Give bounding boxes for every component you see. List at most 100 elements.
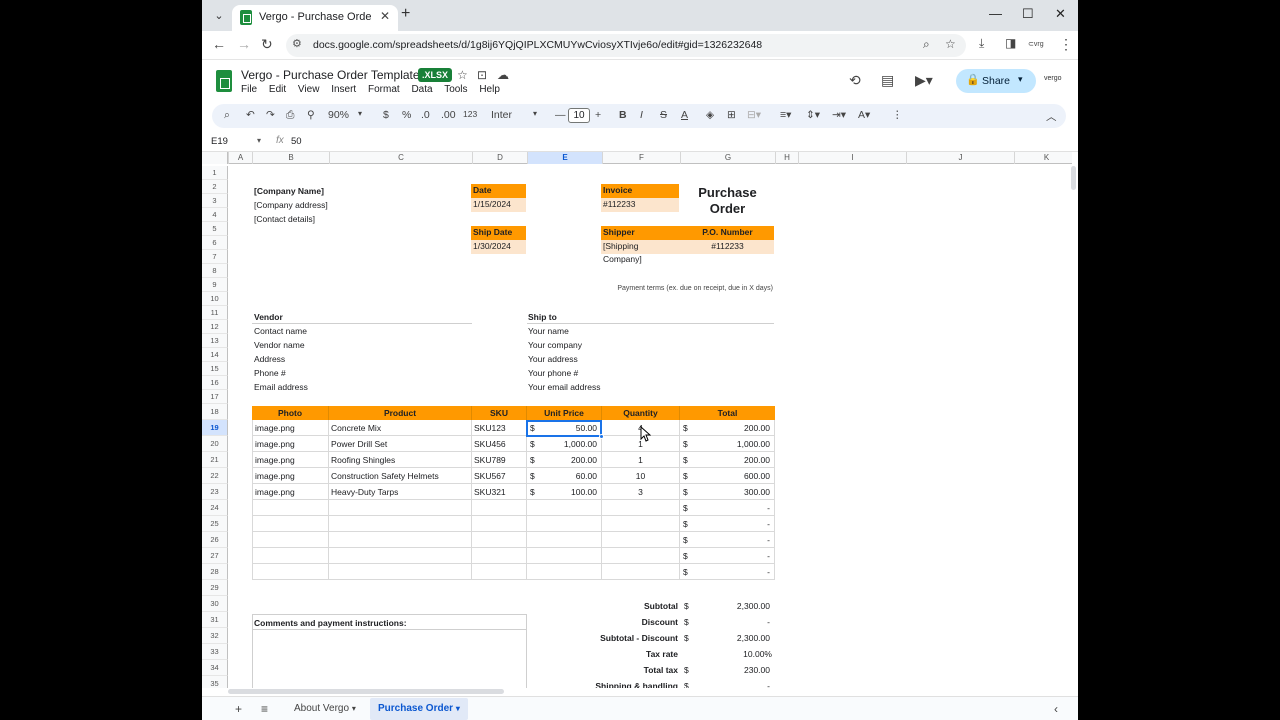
date-label[interactable]: Date <box>471 184 526 198</box>
table-row[interactable]: $ - <box>252 516 775 532</box>
row-header[interactable]: 6 <box>202 236 228 250</box>
col-header-j[interactable]: J <box>906 152 1014 164</box>
product-cell[interactable] <box>329 548 472 564</box>
font-size-input[interactable]: 10 <box>568 108 590 123</box>
tab-search-icon[interactable]: ⌄ <box>210 7 228 25</box>
payment-terms[interactable]: Payment terms (ex. due on receipt, due i… <box>602 282 773 296</box>
row-header[interactable]: 27 <box>202 548 228 564</box>
site-info-icon[interactable]: ⚙ <box>292 37 302 50</box>
unit-price-cell[interactable] <box>527 548 602 564</box>
col-header-c[interactable]: C <box>329 152 472 164</box>
vertical-scrollbar[interactable] <box>1071 166 1076 190</box>
number-format[interactable]: 123 <box>463 109 477 119</box>
add-sheet-icon[interactable]: + <box>235 702 242 716</box>
photo-cell[interactable]: image.png <box>252 468 329 484</box>
table-row[interactable]: image.png Roofing Shingles SKU789 $200.0… <box>252 452 775 468</box>
unit-price-cell[interactable]: $100.00 <box>527 484 602 500</box>
product-cell[interactable]: Construction Safety Helmets <box>329 468 472 484</box>
quantity-cell[interactable]: 3 <box>602 484 680 500</box>
unit-price-cell[interactable] <box>527 500 602 516</box>
photo-cell[interactable] <box>252 516 329 532</box>
total-cell[interactable]: $ - <box>680 532 775 548</box>
row-header[interactable]: 19 <box>202 420 228 436</box>
photo-cell[interactable]: image.png <box>252 436 329 452</box>
sheet-tab-about-vergo[interactable]: About Vergo ▾ <box>286 699 364 719</box>
subtotal-value[interactable]: 2,300.00 <box>680 599 770 613</box>
col-header-k[interactable]: K <box>1014 152 1072 164</box>
quantity-cell[interactable]: 10 <box>602 468 680 484</box>
row-header[interactable]: 7 <box>202 250 228 264</box>
shipper-label[interactable]: Shipper <box>601 226 679 240</box>
product-cell[interactable]: Roofing Shingles <box>329 452 472 468</box>
vendor-phone[interactable]: Phone # <box>254 366 286 380</box>
row-header[interactable]: 4 <box>202 208 228 222</box>
th-quantity[interactable]: Quantity <box>602 406 680 420</box>
shipping-label[interactable]: Shipping & handling <box>528 679 678 688</box>
search-menus-icon[interactable]: ⌕ <box>224 109 230 122</box>
currency-format[interactable]: $ <box>383 109 389 121</box>
sku-cell[interactable]: SKU456 <box>472 436 527 452</box>
ship-to-phone[interactable]: Your phone # <box>528 366 578 380</box>
zoom-icon[interactable]: ⌕ <box>923 37 930 52</box>
share-button[interactable]: 🔒 Share ▾ <box>956 69 1036 93</box>
table-row[interactable]: image.png Construction Safety Helmets SK… <box>252 468 775 484</box>
product-cell[interactable] <box>329 564 472 580</box>
th-sku[interactable]: SKU <box>472 406 527 420</box>
col-header-i[interactable]: I <box>798 152 906 164</box>
product-cell[interactable] <box>329 516 472 532</box>
paint-format-icon[interactable]: ⚲ <box>307 109 315 121</box>
sheet-tab-purchase-order[interactable]: Purchase Order ▾ <box>370 698 468 720</box>
row-header[interactable]: 23 <box>202 484 228 500</box>
fill-color-icon[interactable]: ◈ <box>706 109 714 121</box>
total-cell[interactable]: $ - <box>680 548 775 564</box>
total-cell[interactable]: $200.00 <box>680 452 775 468</box>
total-cell[interactable]: $ - <box>680 500 775 516</box>
table-row[interactable]: $ - <box>252 532 775 548</box>
invoice-label[interactable]: Invoice <box>601 184 679 198</box>
row-header[interactable]: 30 <box>202 596 228 612</box>
company-contact[interactable]: [Contact details] <box>254 212 315 226</box>
forward-icon[interactable]: → <box>237 36 251 52</box>
row-header[interactable]: 32 <box>202 628 228 644</box>
menu-insert[interactable]: Insert <box>331 84 356 95</box>
photo-cell[interactable] <box>252 548 329 564</box>
row-header[interactable]: 29 <box>202 580 228 596</box>
download-icon[interactable]: ⤓ <box>979 36 984 51</box>
browser-menu-icon[interactable]: ⋮ <box>1059 36 1073 53</box>
sku-cell[interactable]: SKU567 <box>472 468 527 484</box>
row-header[interactable]: 22 <box>202 468 228 484</box>
table-row[interactable]: image.png Heavy-Duty Tarps SKU321 $100.0… <box>252 484 775 500</box>
row-header[interactable]: 33 <box>202 644 228 660</box>
col-header-f[interactable]: F <box>602 152 680 164</box>
table-row[interactable]: $ - <box>252 500 775 516</box>
table-row[interactable]: image.png Power Drill Set SKU456 $1,000.… <box>252 436 775 452</box>
share-dropdown-icon[interactable]: ▾ <box>1018 74 1023 85</box>
subtotal-discount-label[interactable]: Subtotal - Discount <box>528 631 678 645</box>
subtotal-discount-value[interactable]: 2,300.00 <box>680 631 770 645</box>
undo-icon[interactable]: ↶ <box>246 109 255 121</box>
company-address[interactable]: [Company address] <box>254 198 328 212</box>
quantity-cell[interactable] <box>602 516 680 532</box>
total-cell[interactable]: $200.00 <box>680 420 775 436</box>
th-total[interactable]: Total <box>680 406 775 420</box>
side-panel-icon[interactable]: ◨ <box>1005 36 1016 50</box>
quantity-cell[interactable] <box>602 532 680 548</box>
unit-price-cell[interactable]: $200.00 <box>527 452 602 468</box>
menu-help[interactable]: Help <box>479 84 500 95</box>
tax-rate-value[interactable]: 10.00% <box>680 647 772 661</box>
row-header[interactable]: 35 <box>202 676 228 688</box>
ship-to-address[interactable]: Your address <box>528 352 578 366</box>
chevron-down-icon[interactable]: ▾ <box>352 704 356 713</box>
font-size-increase-icon[interactable]: + <box>595 109 601 121</box>
sku-cell[interactable]: SKU123 <box>472 420 527 436</box>
row-header[interactable]: 25 <box>202 516 228 532</box>
browser-tab[interactable]: Vergo - Purchase Order Templa ✕ <box>232 5 398 31</box>
explore-collapse-icon[interactable]: ‹ <box>1054 702 1058 716</box>
maximize-icon[interactable]: ☐ <box>1022 6 1034 22</box>
zoom-dropdown-icon[interactable]: ▾ <box>358 109 362 118</box>
vendor-title[interactable]: Vendor <box>254 310 283 324</box>
text-wrap-icon[interactable]: ⇥▾ <box>832 109 846 121</box>
discount-value[interactable]: - <box>680 615 770 629</box>
bold-button[interactable]: B <box>619 109 627 121</box>
increase-decimal[interactable]: .00 <box>441 109 456 121</box>
